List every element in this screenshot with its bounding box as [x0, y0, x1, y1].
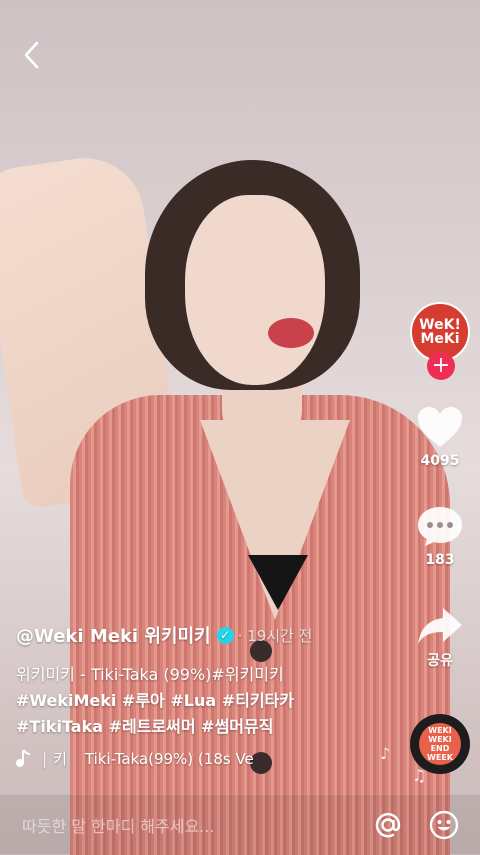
back-button[interactable]: [20, 40, 44, 70]
comment-button[interactable]: 183: [408, 504, 472, 568]
post-time: · 19시간 전: [237, 626, 313, 645]
back-icon: [24, 41, 39, 69]
emoji-icon[interactable]: [428, 809, 460, 841]
music-note-icon: [16, 749, 31, 767]
music-separator: |: [42, 749, 48, 768]
caption-description: 위키미키 - Tiki-Taka (99%)#위키미키 #WekiMeki #루…: [16, 662, 396, 740]
comment-input[interactable]: 따듯한 말 한마디 해주세요...: [22, 813, 214, 837]
music-disc[interactable]: WEKI WEKI END WEEK: [410, 714, 470, 774]
plus-icon: +: [431, 353, 451, 378]
video-caption: @Weki Meki 위키미키 ✓ · 19시간 전 위키미키 - Tiki-T…: [16, 622, 396, 740]
music-info[interactable]: | 키 Tiki-Taka(99%) (18s Ve: [16, 748, 254, 769]
caption-line-1: 위키미키 - Tiki-Taka (99%)#위키미키: [16, 665, 284, 684]
heart-icon: [418, 407, 462, 447]
share-label: 공유: [427, 653, 453, 669]
caption-hashtags-1[interactable]: #WekiMeki #루아 #Lua #티키타카: [16, 688, 396, 714]
verified-icon: ✓: [216, 626, 234, 644]
music-title: Tiki-Taka(99%) (18s Ve: [84, 749, 254, 768]
avatar-logo-line2: MeKi: [420, 331, 460, 347]
disc-cover: WEKI WEKI END WEEK: [419, 723, 461, 765]
music-artist: 키: [53, 750, 67, 768]
video-face: [185, 195, 325, 385]
like-button[interactable]: 4095: [408, 405, 472, 469]
music-note-icon: ♪: [380, 744, 391, 763]
comment-count: 183: [425, 552, 455, 568]
share-button[interactable]: 공유: [408, 606, 472, 670]
comment-icon: [418, 507, 462, 546]
creator-username[interactable]: @Weki Meki 위키미키: [16, 622, 211, 648]
caption-hashtags-2[interactable]: #TikiTaka #레트로써머 #썸머뮤직: [16, 714, 396, 740]
share-icon: [418, 608, 462, 644]
comment-bar: 따듯한 말 한마디 해주세요...: [0, 794, 480, 855]
avatar-logo-line1: WeK!: [419, 317, 461, 333]
like-count: 4095: [420, 453, 460, 469]
at-icon[interactable]: [372, 809, 404, 841]
follow-button[interactable]: +: [427, 352, 455, 380]
video-lips: [268, 318, 314, 348]
